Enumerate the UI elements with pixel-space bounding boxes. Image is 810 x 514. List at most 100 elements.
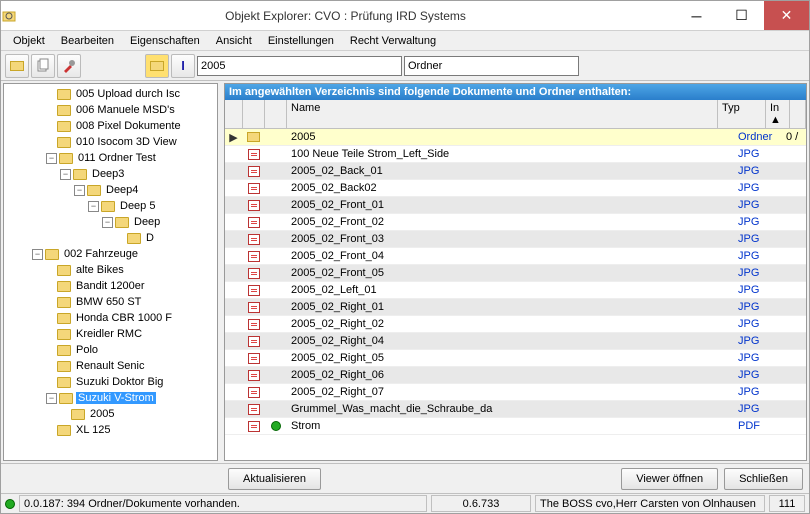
- menu-einstellungen[interactable]: Einstellungen: [260, 33, 342, 49]
- table-row[interactable]: 2005_02_Back02JPG: [225, 180, 806, 197]
- tree-item[interactable]: − Deep 5: [4, 198, 217, 214]
- file-icon: [248, 336, 260, 347]
- cell-typ: JPG: [734, 182, 782, 194]
- tree-item[interactable]: Renault Senic: [4, 358, 217, 374]
- expander-icon[interactable]: −: [88, 201, 99, 212]
- tree-label: Deep 5: [118, 200, 157, 212]
- table-row[interactable]: 2005_02_Front_01JPG: [225, 197, 806, 214]
- expander-icon[interactable]: −: [102, 217, 113, 228]
- tree-item[interactable]: Suzuki Doktor Big: [4, 374, 217, 390]
- cell-name: 2005_02_Right_05: [287, 352, 734, 364]
- tree-label: Deep: [132, 216, 162, 228]
- folder-icon: [57, 425, 71, 436]
- file-icon: [248, 149, 260, 160]
- folder-icon: [71, 409, 85, 420]
- menu-eigenschaften[interactable]: Eigenschaften: [122, 33, 208, 49]
- table-row[interactable]: 2005_02_Right_04JPG: [225, 333, 806, 350]
- tree-item[interactable]: Kreidler RMC: [4, 326, 217, 342]
- tree-label: XL 125: [74, 424, 112, 436]
- tree-item[interactable]: −Deep4: [4, 182, 217, 198]
- tree-label: Kreidler RMC: [74, 328, 144, 340]
- tb-text-icon[interactable]: I: [171, 54, 195, 78]
- table-row[interactable]: 2005_02_Back_01JPG: [225, 163, 806, 180]
- tb-folder2-icon[interactable]: [145, 54, 169, 78]
- table-row[interactable]: Grummel_Was_macht_die_Schraube_daJPG: [225, 401, 806, 418]
- table-row[interactable]: 2005_02_Left_01JPG: [225, 282, 806, 299]
- col-icon1[interactable]: [243, 100, 265, 128]
- tree-item[interactable]: 2005: [4, 406, 217, 422]
- table-row[interactable]: ▶2005Ordner0 /: [225, 129, 806, 146]
- expander-icon[interactable]: −: [46, 153, 57, 164]
- path-input[interactable]: [197, 56, 402, 76]
- tree-item[interactable]: Polo: [4, 342, 217, 358]
- type-input[interactable]: [404, 56, 579, 76]
- file-icon: [248, 217, 260, 228]
- table-row[interactable]: StromPDF: [225, 418, 806, 435]
- list-pane: Im angewählten Verzeichnis sind folgende…: [224, 83, 807, 461]
- tree-item[interactable]: −Deep3: [4, 166, 217, 182]
- menu-recht[interactable]: Recht Verwaltung: [342, 33, 444, 49]
- refresh-button[interactable]: Aktualisieren: [228, 468, 321, 490]
- tree-item[interactable]: D: [4, 230, 217, 246]
- tree-item[interactable]: −Suzuki V-Strom: [4, 390, 217, 406]
- status-count: 111: [769, 495, 805, 512]
- tree-item[interactable]: 006 Manuele MSD's: [4, 102, 217, 118]
- table-row[interactable]: 2005_02_Front_04JPG: [225, 248, 806, 265]
- grid-body[interactable]: ▶2005Ordner0 /100 Neue Teile Strom_Left_…: [225, 129, 806, 460]
- table-row[interactable]: 2005_02_Right_05JPG: [225, 350, 806, 367]
- col-in[interactable]: In ▲: [766, 100, 790, 128]
- tree-pane[interactable]: 005 Upload durch Isc 006 Manuele MSD's 008…: [3, 83, 218, 461]
- table-row[interactable]: 2005_02_Right_02JPG: [225, 316, 806, 333]
- expander-icon[interactable]: −: [32, 249, 43, 260]
- tree-item[interactable]: Bandit 1200er: [4, 278, 217, 294]
- status-user: The BOSS cvo,Herr Carsten von Olnhausen: [535, 495, 765, 512]
- cell-typ: JPG: [734, 216, 782, 228]
- expander-icon[interactable]: −: [60, 169, 71, 180]
- tree-item[interactable]: BMW 650 ST: [4, 294, 217, 310]
- table-row[interactable]: 2005_02_Front_05JPG: [225, 265, 806, 282]
- tree-label: 006 Manuele MSD's: [74, 104, 177, 116]
- file-icon: [248, 353, 260, 364]
- expander-icon[interactable]: −: [74, 185, 85, 196]
- col-name[interactable]: Name: [287, 100, 718, 128]
- file-icon: [248, 387, 260, 398]
- table-row[interactable]: 2005_02_Right_01JPG: [225, 299, 806, 316]
- tree-item[interactable]: − Deep: [4, 214, 217, 230]
- tree-item[interactable]: 008 Pixel Dokumente: [4, 118, 217, 134]
- viewer-button[interactable]: Viewer öffnen: [621, 468, 718, 490]
- close-button[interactable]: ✕: [764, 1, 809, 30]
- cell-typ: JPG: [734, 403, 782, 415]
- tree-item[interactable]: −011 Ordner Test: [4, 150, 217, 166]
- menu-bearbeiten[interactable]: Bearbeiten: [53, 33, 122, 49]
- tree-label: 2005: [88, 408, 116, 420]
- expander-icon[interactable]: −: [46, 393, 57, 404]
- tree-item[interactable]: −002 Fahrzeuge: [4, 246, 217, 262]
- tb-open-icon[interactable]: [5, 54, 29, 78]
- tree-item[interactable]: Honda CBR 1000 F: [4, 310, 217, 326]
- table-row[interactable]: 2005_02_Front_02JPG: [225, 214, 806, 231]
- tree-item[interactable]: 005 Upload durch Isc: [4, 86, 217, 102]
- table-row[interactable]: 2005_02_Front_03JPG: [225, 231, 806, 248]
- tree-item[interactable]: 010 Isocom 3D View: [4, 134, 217, 150]
- col-icon2[interactable]: [265, 100, 287, 128]
- folder-icon: [57, 105, 71, 116]
- col-rowhead[interactable]: [225, 100, 243, 128]
- menu-ansicht[interactable]: Ansicht: [208, 33, 260, 49]
- tb-copy-icon[interactable]: [31, 54, 55, 78]
- tb-tools-icon[interactable]: [57, 54, 81, 78]
- table-row[interactable]: 100 Neue Teile Strom_Left_SideJPG: [225, 146, 806, 163]
- status-led-icon: [5, 499, 15, 509]
- cell-typ: JPG: [734, 335, 782, 347]
- titlebar: Objekt Explorer: CVO : Prüfung IRD Syste…: [1, 1, 809, 31]
- tree-item[interactable]: XL 125: [4, 422, 217, 438]
- close-dialog-button[interactable]: Schließen: [724, 468, 803, 490]
- minimize-button[interactable]: ─: [674, 1, 719, 30]
- file-icon: [248, 268, 260, 279]
- menu-objekt[interactable]: Objekt: [5, 33, 53, 49]
- cell-name: 2005_02_Front_03: [287, 233, 734, 245]
- table-row[interactable]: 2005_02_Right_07JPG: [225, 384, 806, 401]
- col-typ[interactable]: Typ: [718, 100, 766, 128]
- table-row[interactable]: 2005_02_Right_06JPG: [225, 367, 806, 384]
- maximize-button[interactable]: ☐: [719, 1, 764, 30]
- tree-item[interactable]: alte Bikes: [4, 262, 217, 278]
